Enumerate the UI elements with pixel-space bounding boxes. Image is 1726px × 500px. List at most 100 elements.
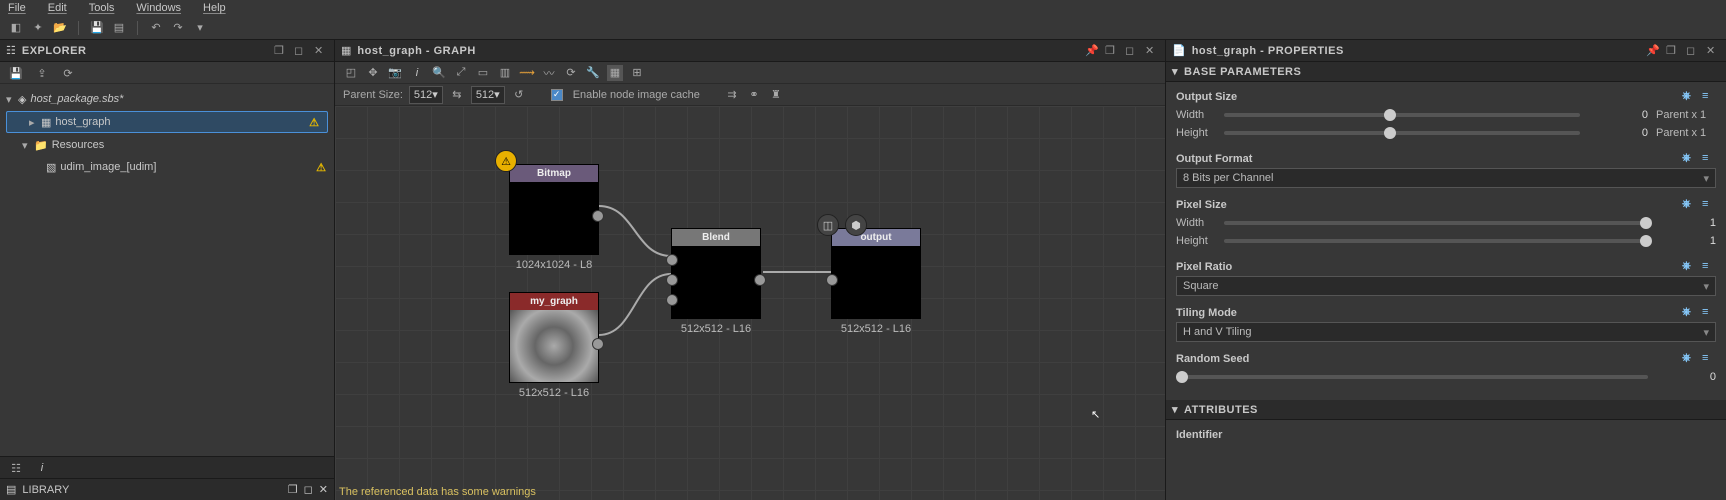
menu-edit[interactable]: Edit [48,2,67,14]
close-icon[interactable]: ✕ [314,44,328,58]
seed-value[interactable]: 0 [1656,371,1716,383]
redo-icon[interactable]: ↷ [170,20,186,36]
menu-icon[interactable]: ≡ [1702,352,1716,366]
select-icon[interactable]: ◰ [343,65,359,81]
restore-icon[interactable]: ❐ [274,44,288,58]
parent-size-height-select[interactable]: 512 ▾ [471,86,505,104]
width-value[interactable]: 0 [1588,109,1648,121]
curve-icon[interactable]: 〰 [541,65,557,81]
menu-icon[interactable]: ≡ [1702,306,1716,320]
info-icon[interactable]: i [409,65,425,81]
menu-icon[interactable]: ≡ [1702,260,1716,274]
pixel-ratio-select[interactable]: Square [1176,276,1716,296]
undo-icon[interactable]: ↶ [148,20,164,36]
info-icon[interactable]: i [34,460,50,476]
expose-icon[interactable]: ⎈ [1682,198,1696,212]
dropdown-icon[interactable]: ▾ [192,20,208,36]
restore-icon[interactable]: ❐ [288,483,298,496]
substance-icon[interactable]: ✦ [30,20,46,36]
input-port[interactable] [666,254,678,266]
menu-icon[interactable]: ≡ [1702,198,1716,212]
maximize-icon[interactable]: ◻ [1686,44,1700,58]
cache-checkbox[interactable]: ✓ [551,89,563,101]
node-blend[interactable]: Blend 512x512 - L16 [671,228,761,319]
width-slider[interactable] [1224,113,1580,117]
menu-file[interactable]: File [8,2,26,14]
fit-icon[interactable]: ⤢ [453,65,469,81]
seed-slider[interactable] [1176,375,1648,379]
link-icon[interactable]: ⟿ [519,65,535,81]
reset-size-icon[interactable]: ↺ [511,87,527,103]
expose-icon[interactable]: ⎈ [1682,260,1696,274]
chevron-right-icon[interactable]: ▸ [29,116,41,129]
node-mygraph[interactable]: my_graph 512x512 - L16 [509,292,599,383]
save-all-icon[interactable]: ▤ [111,20,127,36]
output-port[interactable] [592,210,604,222]
restore-icon[interactable]: ❐ [1666,44,1680,58]
parent-size-width-select[interactable]: 512 ▾ [409,86,443,104]
px-height-slider[interactable] [1224,239,1648,243]
input-port[interactable] [666,294,678,306]
resource-item-row[interactable]: ▧ udim_image_[udim] ⚠ [0,156,334,178]
attributes-header[interactable]: ▾ ATTRIBUTES [1166,400,1726,420]
settings-icon[interactable]: 🔧 [585,65,601,81]
menu-windows[interactable]: Windows [136,2,181,14]
save-icon[interactable]: 💾 [8,65,24,81]
move-icon[interactable]: ✥ [365,65,381,81]
restore-icon[interactable]: ❐ [1105,44,1119,58]
menu-icon[interactable]: ≡ [1702,152,1716,166]
close-icon[interactable]: ✕ [319,483,328,496]
expose-icon[interactable]: ⎈ [1682,352,1696,366]
pin-icon[interactable]: 📌 [1646,44,1660,58]
snapshot-icon[interactable]: 📷 [387,65,403,81]
align-icon[interactable]: ▭ [475,65,491,81]
tree-icon[interactable]: ♜ [768,87,784,103]
refresh-icon[interactable]: ⟳ [60,65,76,81]
package-row[interactable]: ▾ ◈ host_package.sbs* [0,88,334,110]
menu-icon[interactable]: ≡ [1702,90,1716,104]
open-icon[interactable]: 📂 [52,20,68,36]
graph-canvas[interactable]: Bitmap 1024x1024 - L8 ⚠ my_graph 512x512… [335,106,1165,500]
snap-icon[interactable]: ⊞ [629,65,645,81]
tiling-select[interactable]: H and V Tiling [1176,322,1716,342]
zoom-icon[interactable]: 🔍 [431,65,447,81]
pin-icon[interactable]: 📌 [1085,44,1099,58]
base-parameters-header[interactable]: ▾ BASE PARAMETERS [1166,62,1726,82]
tree-view-icon[interactable]: ☷ [8,460,24,476]
flow-icon[interactable]: ⇉ [724,87,740,103]
output-port[interactable] [592,338,604,350]
hierarchy-icon[interactable]: ⚭ [746,87,762,103]
chevron-down-icon[interactable]: ▾ [22,139,34,152]
expose-icon[interactable]: ⎈ [1682,90,1696,104]
output-format-select[interactable]: 8 Bits per Channel [1176,168,1716,188]
height-value[interactable]: 0 [1588,127,1648,139]
new-graph-icon[interactable]: ◧ [8,20,24,36]
menu-help[interactable]: Help [203,2,226,14]
close-icon[interactable]: ✕ [1145,44,1159,58]
chevron-down-icon[interactable]: ▾ [6,93,18,106]
node-output[interactable]: output 512x512 - L16 [831,228,921,319]
close-icon[interactable]: ✕ [1706,44,1720,58]
input-port[interactable] [666,274,678,286]
link-sizes-icon[interactable]: ⇆ [449,87,465,103]
graph-row[interactable]: ▸ ▦ host_graph ⚠ [6,111,328,133]
maximize-icon[interactable]: ◻ [304,483,313,496]
px-height-value[interactable]: 1 [1656,235,1716,247]
height-slider[interactable] [1224,131,1580,135]
maximize-icon[interactable]: ◻ [1125,44,1139,58]
menu-tools[interactable]: Tools [89,2,115,14]
export-icon[interactable]: ⇪ [34,65,50,81]
expose-icon[interactable]: ⎈ [1682,152,1696,166]
input-port[interactable] [826,274,838,286]
save-icon[interactable]: 💾 [89,20,105,36]
expose-icon[interactable]: ⎈ [1682,306,1696,320]
layout-icon[interactable]: ▥ [497,65,513,81]
output-port[interactable] [754,274,766,286]
px-width-value[interactable]: 1 [1656,217,1716,229]
resources-row[interactable]: ▾ 📁 Resources [0,134,334,156]
node-bitmap[interactable]: Bitmap 1024x1024 - L8 [509,164,599,255]
px-width-slider[interactable] [1224,221,1648,225]
maximize-icon[interactable]: ◻ [294,44,308,58]
refresh-icon[interactable]: ⟳ [563,65,579,81]
grid-toggle-icon[interactable]: ▦ [607,65,623,81]
